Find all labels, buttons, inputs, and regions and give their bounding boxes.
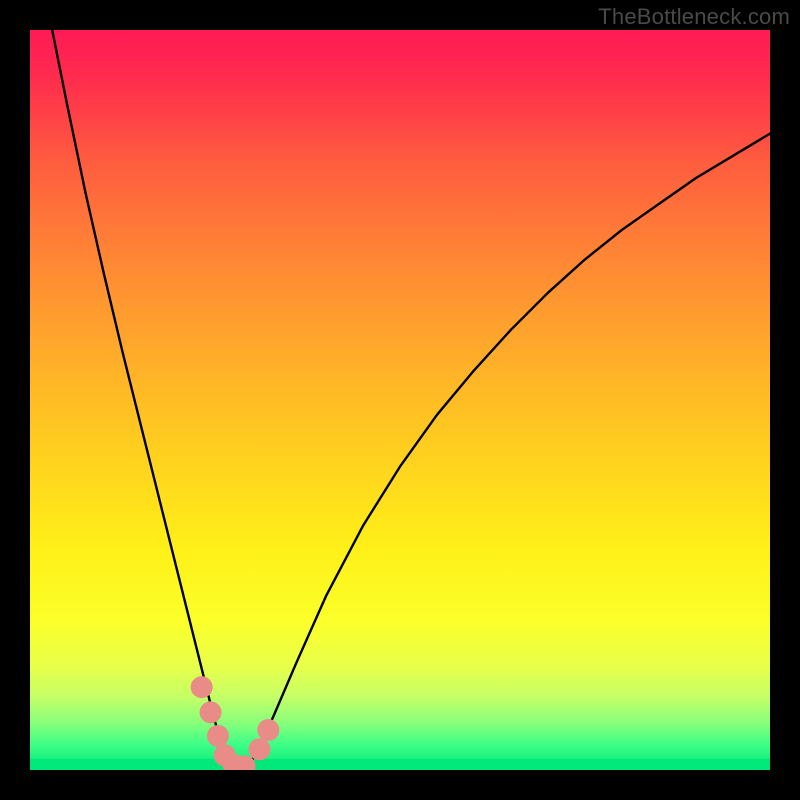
data-marker (207, 725, 229, 747)
data-marker (248, 738, 270, 760)
gradient-background (30, 30, 770, 770)
baseline-band (30, 759, 770, 770)
watermark-label: TheBottleneck.com (598, 4, 790, 30)
data-marker (191, 676, 213, 698)
plot-area (30, 30, 770, 770)
data-marker (200, 701, 222, 723)
chart-svg (30, 30, 770, 770)
band-layer (30, 759, 770, 770)
chart-frame: TheBottleneck.com (0, 0, 800, 800)
data-marker (257, 719, 279, 741)
